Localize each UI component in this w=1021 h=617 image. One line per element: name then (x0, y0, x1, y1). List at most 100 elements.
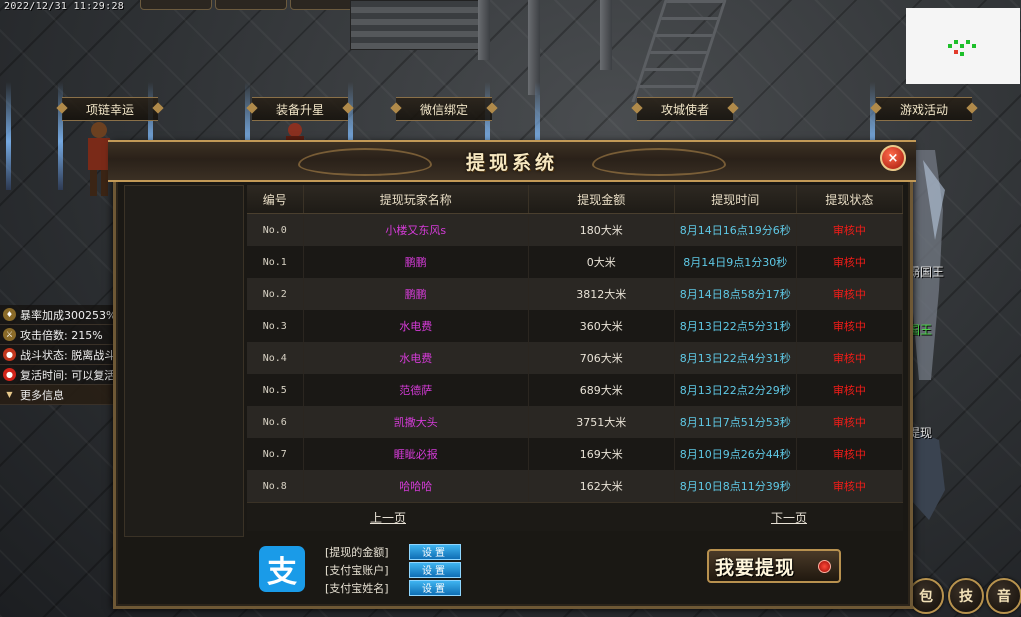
setting-label: [支付宝姓名] (325, 581, 389, 595)
status-badge: 审核中 (797, 438, 903, 470)
more-info-label: 更多信息 (20, 388, 64, 402)
revive-icon: ● (3, 368, 16, 381)
stat-combat-state: ● 战斗状态: 脱离战斗 (0, 345, 116, 365)
npc-label-wechat-bind[interactable]: 微信绑定 (396, 97, 492, 121)
set-name-button[interactable]: 设置 (409, 579, 461, 596)
withdraw-amount: 689大米 (529, 374, 675, 406)
table-header: 编号 提现玩家名称 提现金额 提现时间 提现状态 (247, 185, 903, 214)
set-amount-button[interactable]: 设置 (409, 543, 461, 560)
row-number: No.6 (247, 406, 304, 438)
status-badge: 审核中 (797, 310, 903, 342)
table-row: No.1 鹏鹏 0大米 8月14日9点1分30秒 审核中 (247, 246, 903, 278)
more-info-button[interactable]: ▼ 更多信息 (0, 385, 116, 405)
bag-button[interactable]: 包 (908, 578, 944, 614)
row-number: No.5 (247, 374, 304, 406)
table-row: No.7 睚眦必报 169大米 8月10日9点26分44秒 审核中 (247, 438, 903, 470)
minimap-marker (954, 50, 958, 54)
minimap-marker (948, 44, 952, 48)
column-header-player: 提现玩家名称 (304, 185, 529, 213)
minimap-marker (954, 40, 958, 44)
skill-button[interactable]: 技 (948, 578, 984, 614)
setting-withdraw-amount: [提现的金额] 设置 (325, 543, 461, 560)
row-number: No.0 (247, 214, 304, 246)
withdraw-time: 8月14日16点19分6秒 (675, 214, 797, 246)
withdraw-amount: 0大米 (529, 246, 675, 278)
stats-panel: ♦ 暴率加成300253% ⚔ 攻击倍数: 215% ● 战斗状态: 脱离战斗 … (0, 305, 116, 405)
king-label[interactable]: 霸国王 (908, 263, 944, 280)
setting-alipay-name: [支付宝姓名] 设置 (325, 579, 461, 596)
left-pane (124, 185, 244, 537)
setting-alipay-account: [支付宝账户] 设置 (325, 561, 461, 578)
top-tab[interactable] (140, 0, 212, 10)
pager-cell: 下一页 (675, 503, 903, 531)
withdraw-time: 8月14日8点58分17秒 (675, 278, 797, 310)
withdraw-button-label: 我要提现 (715, 556, 796, 579)
row-number: No.3 (247, 310, 304, 342)
table-body: No.0 小楼又东风s 180大米 8月14日16点19分6秒 审核中 No.1… (247, 214, 903, 502)
close-button[interactable]: × (880, 145, 906, 171)
player-name: 水电费 (304, 342, 529, 374)
setting-label: [支付宝账户] (325, 563, 389, 577)
power-icon: ♦ (3, 308, 16, 321)
pagination: 上一页 下一页 (247, 502, 903, 531)
prev-page-link[interactable]: 上一页 (370, 509, 406, 526)
withdraw-amount: 3751大米 (529, 406, 675, 438)
withdraw-time: 8月11日7点51分53秒 (675, 406, 797, 438)
minimap[interactable] (906, 8, 1020, 84)
player-name: 哈哈哈 (304, 470, 529, 502)
player-name: 睚眦必报 (304, 438, 529, 470)
player-name: 鹏鹏 (304, 278, 529, 310)
row-number: No.8 (247, 470, 304, 502)
setting-label: [提现的金额] (325, 545, 389, 559)
minimap-marker (972, 44, 976, 48)
table-row: No.6 凯撒大头 3751大米 8月11日7点51分53秒 审核中 (247, 406, 903, 438)
player-name: 凯撒大头 (304, 406, 529, 438)
dialog-header[interactable]: 提现系统 × (108, 140, 916, 182)
stat-drop-rate: ♦ 暴率加成300253% (0, 305, 116, 325)
withdraw-amount: 180大米 (529, 214, 675, 246)
status-badge: 审核中 (797, 246, 903, 278)
row-number: No.2 (247, 278, 304, 310)
table-row: No.8 哈哈哈 162大米 8月10日8点11分39秒 审核中 (247, 470, 903, 502)
row-number: No.4 (247, 342, 304, 374)
npc-label-equip-upgrade[interactable]: 装备升星 (252, 97, 348, 121)
alipay-icon: 支 (259, 546, 305, 592)
player-name: 鹏鹏 (304, 246, 529, 278)
combat-icon: ● (3, 348, 16, 361)
withdraw-amount: 360大米 (529, 310, 675, 342)
stat-revive-time: ● 复活时间: 可以复活 (0, 365, 116, 385)
status-badge: 审核中 (797, 278, 903, 310)
top-tab[interactable] (215, 0, 287, 10)
sound-button[interactable]: 音 (986, 578, 1021, 614)
dialog-title: 提现系统 (465, 152, 558, 174)
red-dot-icon (818, 559, 831, 573)
withdraw-button[interactable]: 我要提现 (707, 549, 841, 583)
table-row: No.3 水电费 360大米 8月13日22点5分31秒 审核中 (247, 310, 903, 342)
minimap-marker (960, 44, 964, 48)
column-header-status: 提现状态 (797, 185, 903, 213)
withdraw-amount: 169大米 (529, 438, 675, 470)
stat-text: 攻击倍数: 215% (20, 328, 103, 342)
stone-stairs (350, 0, 482, 50)
npc-label-siege-envoy[interactable]: 攻城使者 (637, 97, 733, 121)
chevron-down-icon: ▼ (6, 390, 13, 399)
withdraw-amount: 3812大米 (529, 278, 675, 310)
table-row: No.5 范德萨 689大米 8月13日22点2分29秒 审核中 (247, 374, 903, 406)
table-row: No.4 水电费 706大米 8月13日22点4分31秒 审核中 (247, 342, 903, 374)
status-badge: 审核中 (797, 342, 903, 374)
player-name: 小楼又东风s (304, 214, 529, 246)
wooden-pillar (600, 0, 612, 70)
wooden-pillar (478, 0, 490, 60)
withdraw-time: 8月14日9点1分30秒 (675, 246, 797, 278)
withdraw-time: 8月13日22点4分31秒 (675, 342, 797, 374)
npc-label-game-events[interactable]: 游戏活动 (876, 97, 972, 121)
stat-attack-multiplier: ⚔ 攻击倍数: 215% (0, 325, 116, 345)
minimap-marker (960, 52, 964, 56)
settings-area: 支 [提现的金额] 设置 [支付宝账户] 设置 [支付宝姓名] 设置 我要提现 (247, 540, 903, 600)
status-badge: 审核中 (797, 374, 903, 406)
table-row: No.2 鹏鹏 3812大米 8月14日8点58分17秒 审核中 (247, 278, 903, 310)
next-page-link[interactable]: 下一页 (771, 509, 807, 526)
withdraw-table: 编号 提现玩家名称 提现金额 提现时间 提现状态 No.0 小楼又东风s 180… (247, 185, 903, 531)
pager-cell (529, 503, 675, 531)
set-account-button[interactable]: 设置 (409, 561, 461, 578)
